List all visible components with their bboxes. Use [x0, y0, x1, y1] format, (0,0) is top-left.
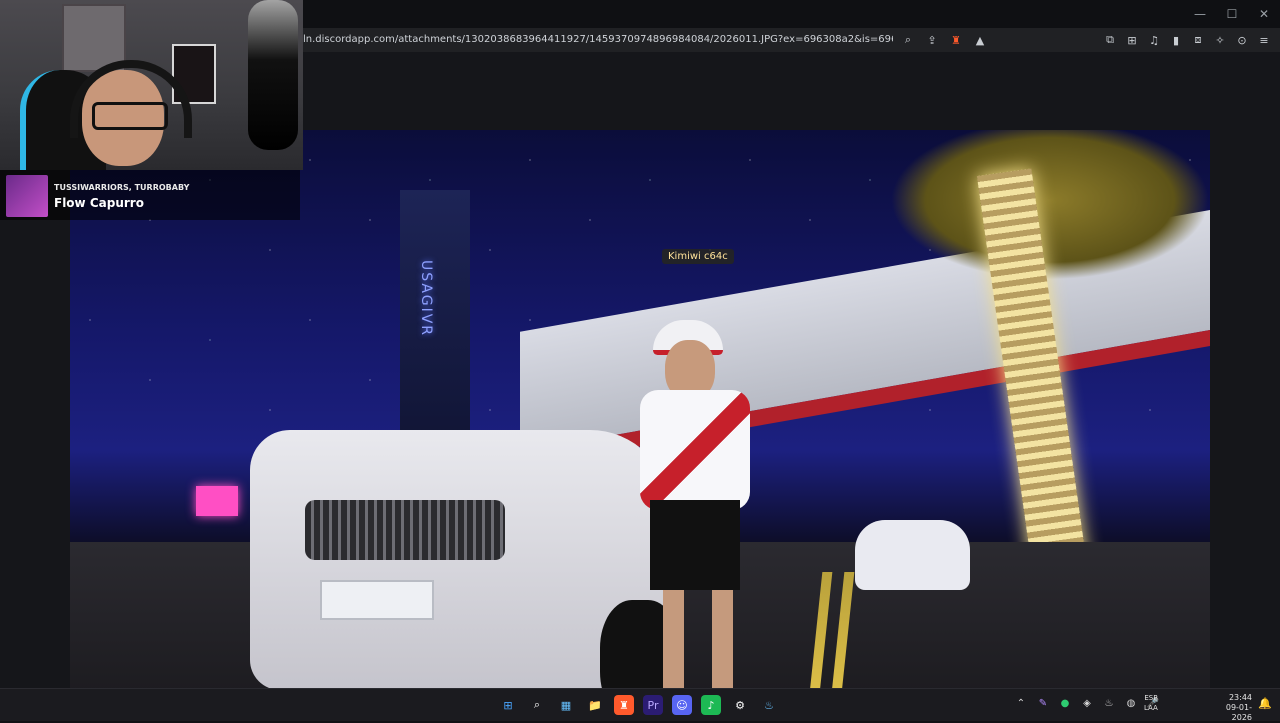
notification-icon[interactable]: 🔔: [1258, 697, 1272, 710]
vpn-icon[interactable]: ⊙: [1234, 32, 1250, 48]
spotify-icon[interactable]: ♪: [701, 695, 721, 715]
time: 23:44: [1228, 693, 1252, 702]
legs: [663, 590, 733, 700]
steam-tray-icon[interactable]: ◈: [1080, 696, 1094, 710]
url-text[interactable]: ln.discordapp.com/attachments/1302038683…: [303, 28, 893, 52]
obs-icon[interactable]: ⚙: [730, 695, 750, 715]
license-plate: [320, 580, 434, 620]
tower-sign: USAGIVR: [418, 260, 434, 338]
album-art: [6, 175, 48, 217]
discord-icon[interactable]: ☺: [672, 695, 692, 715]
date: 09-01-2026: [1225, 703, 1252, 722]
extensions-toolbar: ⧉ ⊞ ♫ ▮ ⧈ ✧ ⊙ ≡: [1102, 32, 1272, 48]
brave-shields-icon[interactable]: ♜: [948, 32, 964, 48]
start-icon[interactable]: ⊞: [498, 695, 518, 715]
artist-name: TUSSIWARRIORS, TURROBABY: [54, 183, 190, 192]
status-dot-icon[interactable]: ●: [1058, 696, 1072, 710]
player-avatar: [635, 320, 755, 700]
widgets-icon[interactable]: ▦: [556, 695, 576, 715]
neon-sign: [196, 486, 238, 516]
webcam-overlay: [0, 0, 303, 170]
address-bar[interactable]: ln.discordapp.com/attachments/1302038683…: [300, 28, 1280, 52]
shorts: [650, 500, 740, 590]
share-icon[interactable]: ⇪: [924, 32, 940, 48]
suv-car: [250, 430, 680, 712]
zoom-icon[interactable]: ⌕: [900, 32, 916, 48]
extension-icon[interactable]: ⧉: [1102, 32, 1118, 48]
language-indicator[interactable]: ESP LAA: [1144, 693, 1158, 713]
system-tray: ⌃ ✎ ● ◈ ♨ ◍ 🎤: [1014, 696, 1160, 710]
parked-car: [855, 520, 970, 590]
glasses: [92, 102, 168, 130]
leo-ai-icon[interactable]: ✧: [1212, 32, 1228, 48]
player-name-tag: Kimiwi c64c: [662, 249, 734, 264]
maximize-button[interactable]: ☐: [1216, 0, 1248, 28]
song-title: Flow Capurro: [54, 196, 144, 210]
close-button[interactable]: ✕: [1248, 0, 1280, 28]
screenshot-icon[interactable]: ⊞: [1124, 32, 1140, 48]
brave-rewards-icon[interactable]: ▲: [972, 32, 988, 48]
wallet-icon[interactable]: ⧈: [1190, 32, 1206, 48]
language-code: ESP: [1144, 694, 1158, 702]
sidebar-icon[interactable]: ▮: [1168, 32, 1184, 48]
clock[interactable]: 23:44 09-01-2026: [1206, 693, 1252, 723]
menu-icon[interactable]: ≡: [1256, 32, 1272, 48]
recording-icon[interactable]: ◍: [1124, 696, 1138, 710]
window-controls: — ☐ ✕: [1184, 0, 1280, 28]
file-explorer-icon[interactable]: 📁: [585, 695, 605, 715]
app-tray-icon[interactable]: ♨: [1102, 696, 1116, 710]
minimize-button[interactable]: —: [1184, 0, 1216, 28]
car-grille: [305, 500, 505, 560]
taskbar-apps: ⊞ ⌕ ▦ 📁 ♜ Pr ☺ ♪ ⚙ ♨: [498, 695, 779, 715]
peru-jersey: [640, 390, 750, 510]
premiere-icon[interactable]: Pr: [643, 695, 663, 715]
music-icon[interactable]: ♫: [1146, 32, 1162, 48]
steam-icon[interactable]: ♨: [759, 695, 779, 715]
tower: [400, 190, 470, 460]
keyboard-layout: LAA: [1144, 704, 1158, 712]
taskbar: ⊞ ⌕ ▦ 📁 ♜ Pr ☺ ♪ ⚙ ♨ ⌃ ✎ ● ◈ ♨ ◍ 🎤 ESP L…: [0, 688, 1280, 723]
now-playing-widget: TUSSIWARRIORS, TURROBABY Flow Capurro: [0, 170, 300, 220]
guitar: [248, 0, 298, 150]
tray-overflow-icon[interactable]: ⌃: [1014, 696, 1028, 710]
brave-browser-icon[interactable]: ♜: [614, 695, 634, 715]
pen-icon[interactable]: ✎: [1036, 696, 1050, 710]
search-icon[interactable]: ⌕: [527, 695, 547, 715]
address-bar-actions: ⌕ ⇪ ♜ ▲: [900, 32, 988, 48]
